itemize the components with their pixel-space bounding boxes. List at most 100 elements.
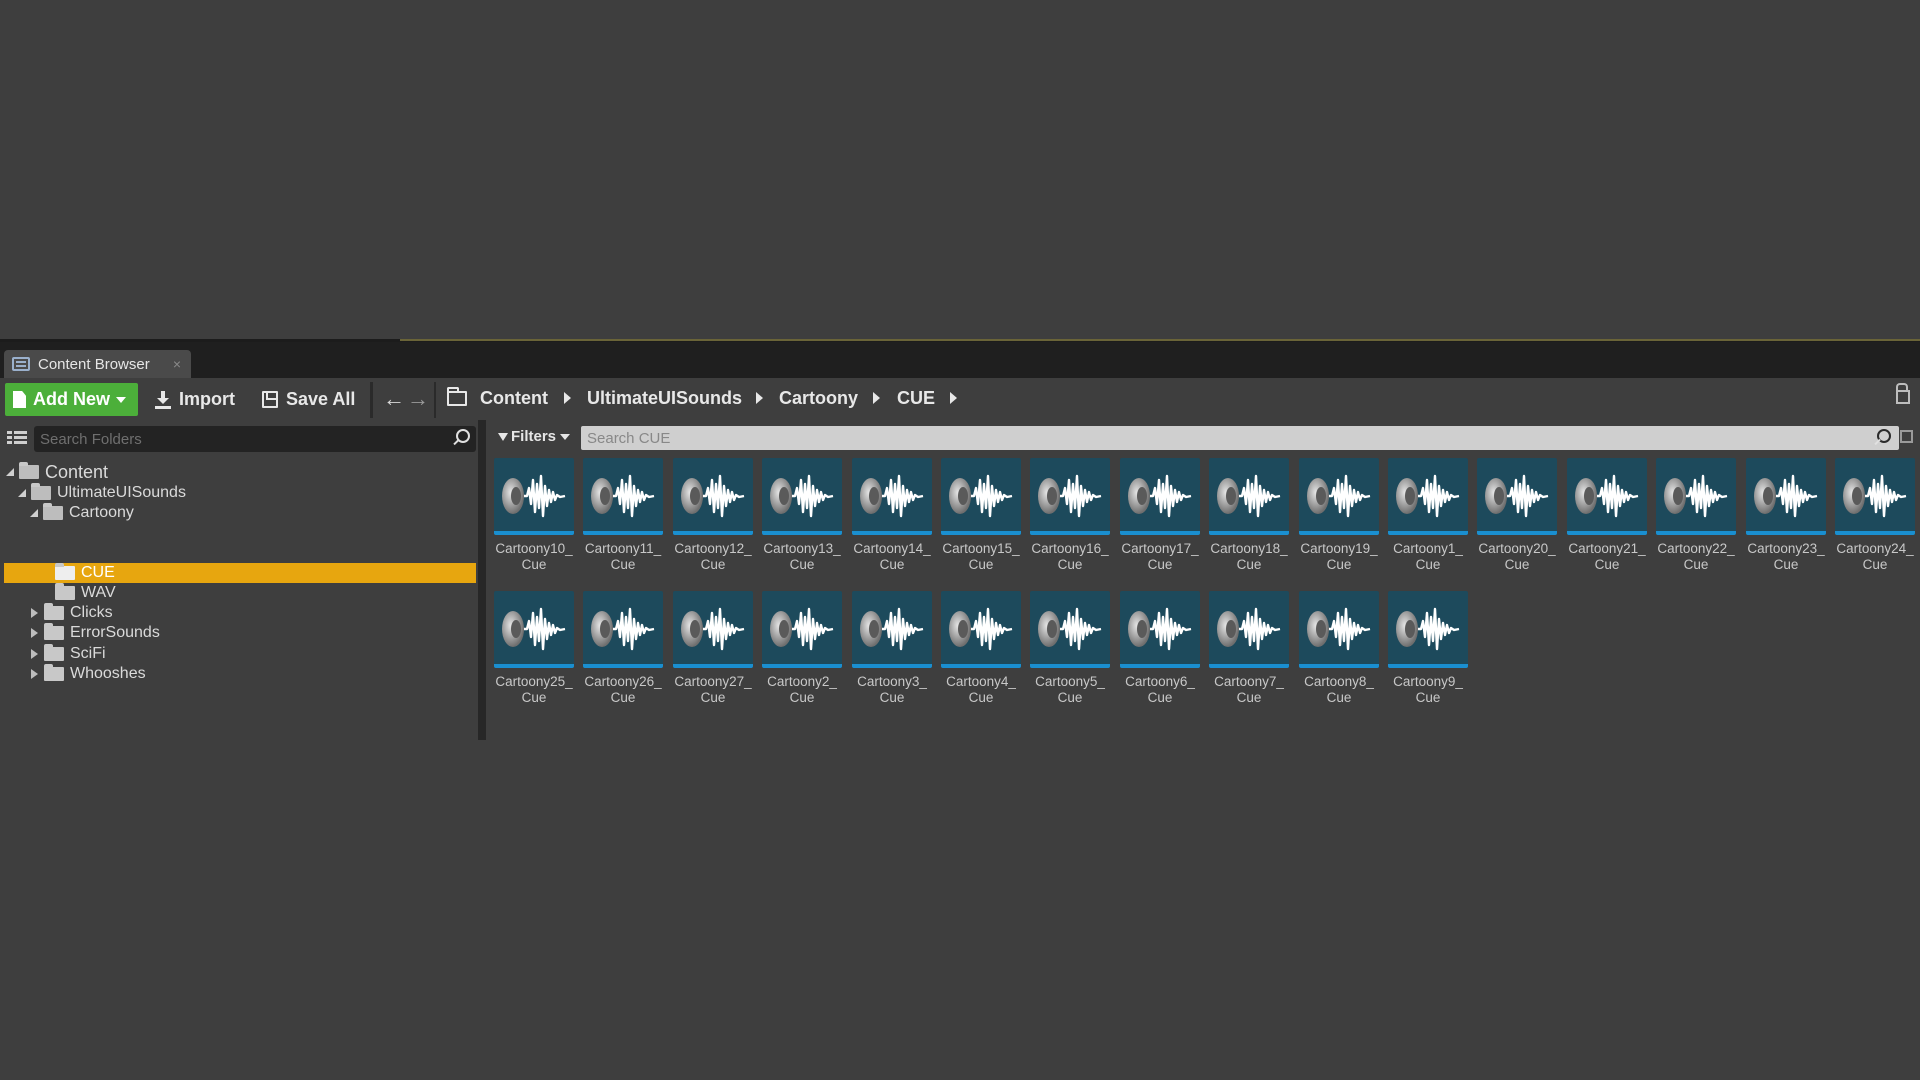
asset-tile[interactable]: Cartoony14_ Cue: [852, 458, 932, 573]
sound-cue-icon: [1388, 458, 1468, 535]
save-icon: [262, 391, 278, 408]
breadcrumb-content[interactable]: Content: [480, 388, 548, 409]
breadcrumb-arrow-icon[interactable]: [873, 392, 880, 404]
breadcrumb-arrow-icon[interactable]: [564, 392, 571, 404]
asset-name: Cartoony25_ Cue: [486, 674, 582, 706]
tree-item-whooshes[interactable]: Whooshes: [31, 664, 146, 684]
sound-cue-icon: [1746, 458, 1826, 535]
asset-name: Cartoony24_ Cue: [1827, 541, 1920, 573]
sources-toggle-icon[interactable]: [7, 429, 27, 445]
search-icon[interactable]: [456, 429, 470, 443]
asset-tile[interactable]: Cartoony19_ Cue: [1299, 458, 1379, 573]
lock-icon[interactable]: [1896, 383, 1910, 404]
asset-tile[interactable]: Cartoony10_ Cue: [494, 458, 574, 573]
arrow-left-icon[interactable]: ←: [383, 386, 405, 412]
asset-tile[interactable]: Cartoony6_ Cue: [1120, 591, 1200, 706]
save-search-icon[interactable]: [1900, 430, 1913, 443]
collapsed-arrow-icon[interactable]: [31, 608, 38, 618]
tree-item-cartoony[interactable]: Cartoony: [30, 503, 134, 523]
sound-cue-icon: [852, 458, 932, 535]
arrow-right-icon[interactable]: →: [407, 386, 429, 412]
asset-tile[interactable]: Cartoony13_ Cue: [762, 458, 842, 573]
asset-name-line1: Cartoony13_: [763, 541, 841, 556]
breadcrumb-arrow-icon[interactable]: [756, 392, 763, 404]
asset-tile[interactable]: Cartoony3_ Cue: [852, 591, 932, 706]
add-new-button[interactable]: Add New: [5, 383, 138, 416]
tree-item-errorsounds[interactable]: ErrorSounds: [31, 623, 160, 643]
collapsed-arrow-icon[interactable]: [31, 628, 38, 638]
search-assets-input[interactable]: [581, 426, 1899, 450]
asset-tile[interactable]: Cartoony21_ Cue: [1567, 458, 1647, 573]
panel-splitter[interactable]: [478, 420, 486, 740]
asset-name-line2: Cue: [610, 557, 636, 572]
tab-content-browser[interactable]: Content Browser ×: [4, 350, 191, 378]
search-folders-input[interactable]: [34, 426, 476, 452]
save-all-button[interactable]: Save All: [262, 383, 355, 416]
asset-tile[interactable]: Cartoony26_ Cue: [583, 591, 663, 706]
asset-name-line1: Cartoony23_: [1747, 541, 1825, 556]
asset-tile[interactable]: Cartoony27_ Cue: [673, 591, 753, 706]
expand-arrow-icon[interactable]: [6, 468, 14, 476]
tree-item-scifi[interactable]: SciFi: [31, 644, 106, 664]
expand-arrow-icon[interactable]: [18, 489, 26, 497]
asset-tile[interactable]: Cartoony11_ Cue: [583, 458, 663, 573]
folder-icon[interactable]: [447, 387, 467, 406]
asset-tile[interactable]: Cartoony2_ Cue: [762, 591, 842, 706]
breadcrumb-cartoony[interactable]: Cartoony: [779, 388, 858, 409]
tree-item-clicks[interactable]: Clicks: [31, 603, 113, 623]
asset-name-line1: Cartoony24_: [1836, 541, 1914, 556]
breadcrumb-ultimateuisounds[interactable]: UltimateUISounds: [587, 388, 742, 409]
search-icon[interactable]: [1877, 429, 1891, 443]
tree-item-wav[interactable]: WAV: [55, 583, 116, 603]
asset-tile[interactable]: Cartoony23_ Cue: [1746, 458, 1826, 573]
download-icon: [155, 390, 171, 409]
sound-cue-icon: [1120, 591, 1200, 668]
asset-tile[interactable]: Cartoony15_ Cue: [941, 458, 1021, 573]
sound-cue-icon: [494, 458, 574, 535]
chevron-down-icon: [116, 396, 127, 403]
tree-item-label: WAV: [81, 584, 116, 601]
save-all-label: Save All: [286, 389, 356, 409]
asset-tile[interactable]: Cartoony17_ Cue: [1120, 458, 1200, 573]
tree-item-ultimateuisounds[interactable]: UltimateUISounds: [18, 483, 186, 503]
asset-name: Cartoony21_ Cue: [1559, 541, 1655, 573]
sound-cue-icon: [583, 458, 663, 535]
asset-tile[interactable]: Cartoony7_ Cue: [1209, 591, 1289, 706]
asset-name-line1: Cartoony21_: [1568, 541, 1646, 556]
asset-tile[interactable]: Cartoony25_ Cue: [494, 591, 574, 706]
asset-tile[interactable]: Cartoony18_ Cue: [1209, 458, 1289, 573]
asset-tile[interactable]: Cartoony22_ Cue: [1656, 458, 1736, 573]
asset-tile[interactable]: Cartoony16_ Cue: [1030, 458, 1110, 573]
asset-name-line2: Cue: [521, 557, 547, 572]
asset-tile[interactable]: Cartoony24_ Cue: [1835, 458, 1915, 573]
asset-name: Cartoony8_ Cue: [1291, 674, 1387, 706]
asset-tile[interactable]: Cartoony8_ Cue: [1299, 591, 1379, 706]
asset-tile[interactable]: Cartoony5_ Cue: [1030, 591, 1110, 706]
asset-name: Cartoony10_ Cue: [486, 541, 582, 573]
breadcrumb-arrow-icon[interactable]: [950, 392, 957, 404]
asset-name-line2: Cue: [521, 690, 547, 705]
asset-name-line1: Cartoony8_: [1304, 674, 1374, 689]
asset-name-line1: Cartoony15_: [942, 541, 1020, 556]
import-button[interactable]: Import: [155, 383, 235, 416]
expand-arrow-icon[interactable]: [30, 509, 38, 517]
folder-icon: [44, 623, 64, 640]
collapsed-arrow-icon[interactable]: [31, 649, 38, 659]
collapsed-arrow-icon[interactable]: [31, 669, 38, 679]
sound-cue-icon: [583, 591, 663, 668]
asset-tile[interactable]: Cartoony20_ Cue: [1477, 458, 1557, 573]
sound-cue-icon: [941, 458, 1021, 535]
filters-button[interactable]: Filters: [498, 428, 571, 445]
asset-tile[interactable]: Cartoony4_ Cue: [941, 591, 1021, 706]
asset-name-line2: Cue: [1057, 557, 1083, 572]
asset-tile[interactable]: Cartoony12_ Cue: [673, 458, 753, 573]
asset-name-line2: Cue: [1326, 557, 1352, 572]
asset-name-line2: Cue: [789, 557, 815, 572]
tree-item-content[interactable]: Content: [6, 462, 108, 482]
breadcrumb-cue[interactable]: CUE: [897, 388, 935, 409]
tree-item-cue[interactable]: CUE: [55, 563, 115, 583]
asset-tile[interactable]: Cartoony9_ Cue: [1388, 591, 1468, 706]
close-icon[interactable]: ×: [173, 356, 181, 372]
sound-cue-icon: [852, 591, 932, 668]
asset-tile[interactable]: Cartoony1_ Cue: [1388, 458, 1468, 573]
